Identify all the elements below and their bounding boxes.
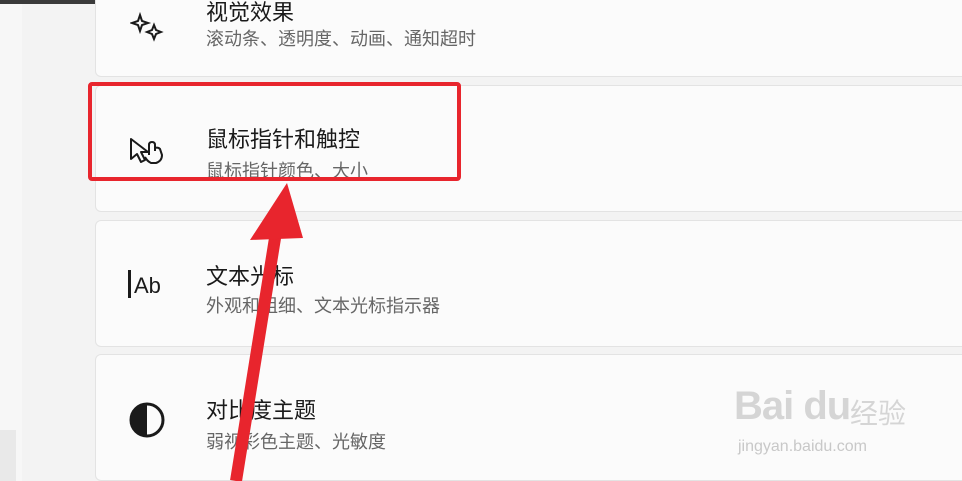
settings-item-title: 视觉效果 xyxy=(206,1,295,26)
left-pane-edge xyxy=(0,4,22,481)
settings-item-title: 文本光标 xyxy=(206,265,295,290)
contrast-icon xyxy=(126,399,168,441)
settings-item-text-cursor[interactable]: Ab 文本光标 外观和粗细、文本光标指示器 xyxy=(95,220,962,347)
watermark-url: jingyan.baidu.com xyxy=(738,438,867,455)
left-pane-shade xyxy=(0,430,16,481)
settings-item-visual-effects[interactable]: 视觉效果 滚动条、透明度、动画、通知超时 xyxy=(95,0,962,77)
text-cursor-icon: Ab xyxy=(126,263,168,305)
annotation-highlight-box xyxy=(88,82,461,181)
watermark-logo: Bai du xyxy=(734,384,851,428)
settings-item-title: 对比度主题 xyxy=(206,399,317,424)
settings-item-description: 滚动条、透明度、动画、通知超时 xyxy=(206,29,476,50)
svg-text:Ab: Ab xyxy=(134,273,161,298)
sparkle-icon xyxy=(126,5,168,47)
baidu-watermark: Bai du 经验 jingyan.baidu.com xyxy=(734,378,934,468)
settings-item-description: 弱视彩色主题、光敏度 xyxy=(206,432,386,453)
watermark-cn-text: 经验 xyxy=(850,397,907,430)
settings-item-description: 外观和粗细、文本光标指示器 xyxy=(206,296,440,317)
